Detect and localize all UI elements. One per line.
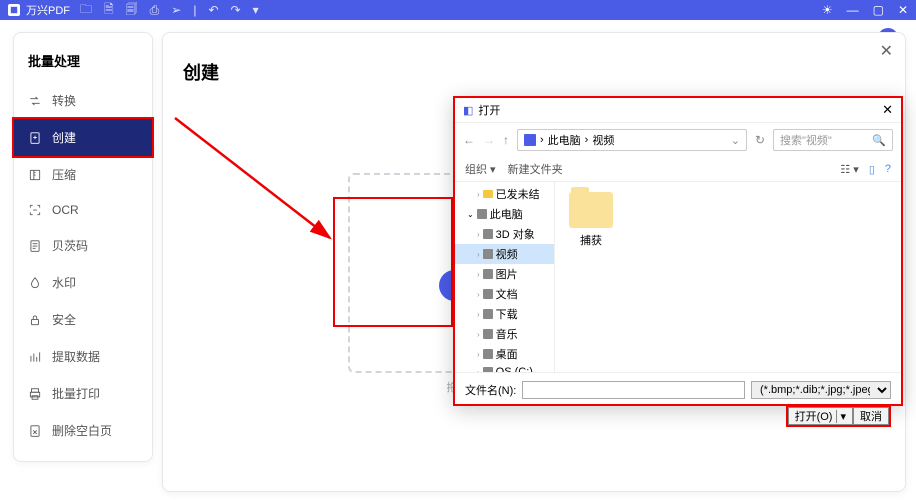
save-icon[interactable]: 🗎 [104, 0, 114, 21]
lock-icon [28, 313, 42, 327]
file-list[interactable]: 捕获 [555, 182, 901, 372]
tree-item[interactable]: › OS (C:) [455, 364, 554, 372]
organize-menu[interactable]: 组织 ▾ [465, 161, 496, 177]
annotation-highlight: 打开(O)▾ 取消 [786, 405, 891, 427]
sidebar-item-batch-print[interactable]: 批量打印 [14, 375, 152, 412]
dialog-titlebar: ◧ 打开 ✕ [455, 98, 901, 123]
annotation-highlight [333, 197, 453, 327]
nav-up-icon[interactable]: ↑ [503, 133, 509, 147]
nav-back-icon[interactable]: ← [463, 133, 475, 147]
tree-item[interactable]: › 文档 [455, 284, 554, 304]
app-name: 万兴PDF [26, 2, 70, 18]
sidebar-title: 批量处理 [14, 41, 152, 82]
app-logo-icon [8, 4, 20, 16]
refresh-icon[interactable]: ↻ [755, 133, 765, 147]
open-button[interactable]: 打开(O)▾ [788, 407, 853, 425]
undo-icon[interactable]: ↶ [208, 3, 218, 17]
file-filter-select[interactable]: (*.bmp;*.dib;*.jpg;*.jpeg;*.jpe [751, 381, 891, 399]
sidebar-item-watermark[interactable]: 水印 [14, 264, 152, 301]
minimize-icon[interactable]: — [847, 3, 859, 17]
bates-icon [28, 239, 42, 253]
toolbar-icons: 🗀 🗎 🗐 ⎙ ➢ | ↶ ↷ ▾ [80, 0, 259, 21]
more-icon[interactable]: ▾ [253, 3, 259, 17]
dialog-app-icon: ◧ [463, 104, 473, 117]
pc-icon [524, 134, 536, 146]
redo-icon[interactable]: ↷ [231, 3, 241, 17]
tree-item[interactable]: ⌄ 此电脑 [455, 204, 554, 224]
maximize-icon[interactable]: ▢ [873, 3, 884, 17]
create-icon [28, 131, 42, 145]
breadcrumb[interactable]: › 此电脑 › 视频 ⌄ [517, 129, 747, 151]
help-icon[interactable]: ? [885, 163, 891, 175]
tree-item[interactable]: › 已发未结 [455, 184, 554, 204]
search-input[interactable]: 搜索"视频" 🔍 [773, 129, 893, 151]
watermark-icon [28, 276, 42, 290]
tree-item[interactable]: › 视频 [455, 244, 554, 264]
ocr-icon [28, 203, 42, 217]
file-open-dialog: ◧ 打开 ✕ ← → ↑ › 此电脑 › 视频 ⌄ ↻ 搜索"视频" 🔍 组织 … [453, 96, 903, 406]
folder-icon[interactable]: 🗀 [80, 0, 92, 21]
print-icon [28, 387, 42, 401]
tree-item[interactable]: › 3D 对象 [455, 224, 554, 244]
page-title: 创建 [163, 33, 905, 95]
dialog-footer: 文件名(N): (*.bmp;*.dib;*.jpg;*.jpeg;*.jpe … [455, 372, 901, 435]
new-folder-button[interactable]: 新建文件夹 [508, 161, 563, 177]
dialog-title: 打开 [478, 102, 500, 118]
tree-item[interactable]: › 图片 [455, 264, 554, 284]
sidebar: 批量处理 转换 创建 压缩 OCR 贝茨码 水印 安全 提取数据 批量打印 删除… [13, 32, 153, 462]
sidebar-item-bates[interactable]: 贝茨码 [14, 227, 152, 264]
sidebar-item-remove-blank[interactable]: 删除空白页 [14, 412, 152, 449]
view-mode-icon[interactable]: ☷ ▾ [840, 163, 858, 176]
share-icon[interactable]: ➢ [171, 3, 181, 17]
tip-icon[interactable]: ☀ [822, 3, 833, 17]
sidebar-item-extract[interactable]: 提取数据 [14, 338, 152, 375]
tree-item[interactable]: › 桌面 [455, 344, 554, 364]
titlebar: 万兴PDF 🗀 🗎 🗐 ⎙ ➢ | ↶ ↷ ▾ ☀ — ▢ ✕ [0, 0, 916, 20]
search-icon: 🔍 [872, 134, 886, 147]
filename-input[interactable] [522, 381, 745, 399]
folder-icon [569, 192, 613, 228]
chevron-down-icon[interactable]: ⌄ [731, 134, 740, 147]
dialog-nav: ← → ↑ › 此电脑 › 视频 ⌄ ↻ 搜索"视频" 🔍 [455, 123, 901, 157]
sidebar-item-ocr[interactable]: OCR [14, 193, 152, 227]
dialog-toolbar: 组织 ▾ 新建文件夹 ☷ ▾ ▯ ? [455, 157, 901, 182]
close-window-icon[interactable]: ✕ [898, 3, 908, 17]
cancel-button[interactable]: 取消 [853, 407, 889, 425]
chevron-down-icon[interactable]: ▾ [836, 410, 846, 423]
save-as-icon[interactable]: 🗐 [126, 0, 138, 21]
filename-label: 文件名(N): [465, 382, 516, 398]
print-icon[interactable]: ⎙ [150, 3, 160, 18]
preview-pane-icon[interactable]: ▯ [869, 163, 875, 176]
convert-icon [28, 94, 42, 108]
compress-icon [28, 168, 42, 182]
tree-item[interactable]: › 音乐 [455, 324, 554, 344]
folder-item[interactable]: 捕获 [569, 192, 613, 248]
close-panel-icon[interactable]: ✕ [880, 41, 893, 61]
remove-page-icon [28, 424, 42, 438]
dialog-close-icon[interactable]: ✕ [882, 102, 893, 118]
window-controls: ☀ — ▢ ✕ [822, 3, 908, 17]
folder-tree: › 已发未结⌄ 此电脑› 3D 对象› 视频› 图片› 文档› 下载› 音乐› … [455, 182, 555, 372]
sidebar-item-compress[interactable]: 压缩 [14, 156, 152, 193]
sidebar-item-convert[interactable]: 转换 [14, 82, 152, 119]
sidebar-item-create[interactable]: 创建 [12, 117, 154, 158]
chart-icon [28, 350, 42, 364]
divider: | [193, 3, 196, 17]
sidebar-item-security[interactable]: 安全 [14, 301, 152, 338]
nav-forward-icon[interactable]: → [483, 133, 495, 147]
tree-item[interactable]: › 下载 [455, 304, 554, 324]
